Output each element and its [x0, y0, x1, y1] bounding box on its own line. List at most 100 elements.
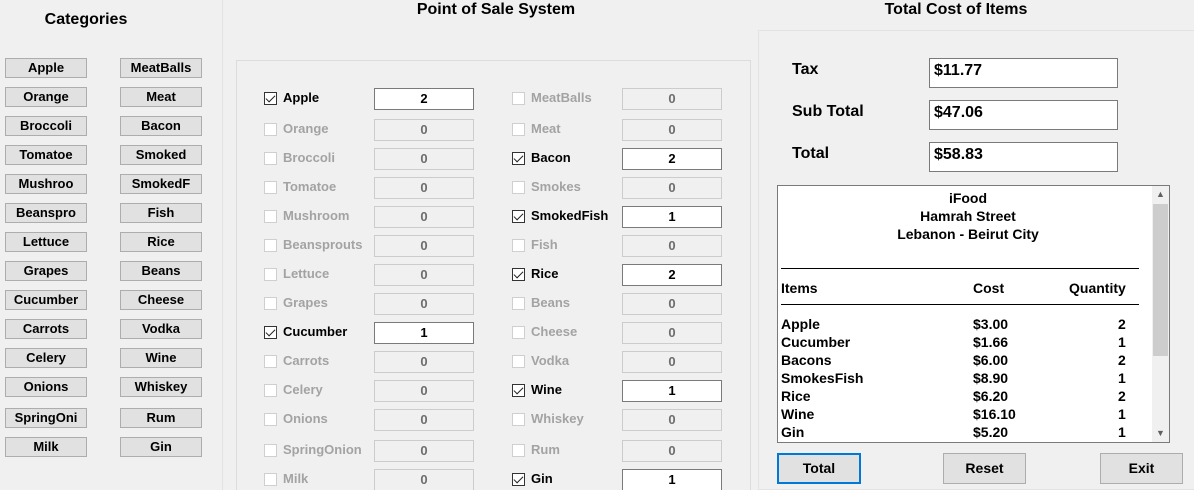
item-label[interactable]: Fish [531, 237, 558, 252]
quantity-field[interactable]: 0 [374, 177, 474, 199]
item-checkbox[interactable] [512, 413, 525, 426]
item-checkbox[interactable] [264, 384, 277, 397]
category-button[interactable]: Beanspro [5, 203, 87, 223]
quantity-field[interactable]: 0 [374, 119, 474, 141]
scroll-thumb[interactable] [1153, 204, 1168, 356]
item-label[interactable]: Grapes [283, 295, 328, 310]
item-label[interactable]: MeatBalls [531, 90, 592, 105]
category-button[interactable]: Gin [120, 437, 202, 457]
quantity-field[interactable]: 0 [374, 264, 474, 286]
quantity-field[interactable]: 0 [374, 380, 474, 402]
quantity-field[interactable]: 0 [374, 469, 474, 490]
category-button[interactable]: Whiskey [120, 377, 202, 397]
item-checkbox[interactable] [512, 268, 525, 281]
item-label[interactable]: Carrots [283, 353, 329, 368]
quantity-field[interactable]: 0 [622, 409, 722, 431]
item-checkbox[interactable] [512, 92, 525, 105]
category-button[interactable]: Smoked [120, 145, 202, 165]
quantity-field[interactable]: 0 [622, 177, 722, 199]
item-label[interactable]: SmokedFish [531, 208, 608, 223]
category-button[interactable]: Broccoli [5, 116, 87, 136]
quantity-field[interactable]: 0 [374, 235, 474, 257]
item-checkbox[interactable] [264, 210, 277, 223]
item-label[interactable]: Wine [531, 382, 562, 397]
item-checkbox[interactable] [264, 268, 277, 281]
quantity-field[interactable]: 0 [374, 293, 474, 315]
receipt-textbox[interactable]: iFood Hamrah Street Lebanon - Beirut Cit… [777, 185, 1170, 443]
category-button[interactable]: Wine [120, 348, 202, 368]
quantity-field[interactable]: 0 [622, 88, 722, 110]
item-label[interactable]: Rice [531, 266, 558, 281]
item-label[interactable]: Milk [283, 471, 308, 486]
item-label[interactable]: SpringOnion [283, 442, 362, 457]
item-checkbox[interactable] [512, 326, 525, 339]
quantity-field[interactable]: 1 [622, 469, 722, 490]
quantity-field[interactable]: 0 [622, 322, 722, 344]
quantity-field[interactable]: 0 [374, 206, 474, 228]
quantity-field[interactable]: 0 [622, 119, 722, 141]
item-checkbox[interactable] [264, 123, 277, 136]
quantity-field[interactable]: 2 [622, 148, 722, 170]
category-button[interactable]: SpringOni [5, 408, 87, 428]
item-checkbox[interactable] [264, 355, 277, 368]
item-checkbox[interactable] [264, 297, 277, 310]
item-checkbox[interactable] [512, 384, 525, 397]
item-label[interactable]: Cheese [531, 324, 577, 339]
quantity-field[interactable]: 0 [374, 148, 474, 170]
quantity-field[interactable]: 2 [374, 88, 474, 110]
category-button[interactable]: Onions [5, 377, 87, 397]
item-checkbox[interactable] [512, 123, 525, 136]
category-button[interactable]: Meat [120, 87, 202, 107]
category-button[interactable]: Tomatoe [5, 145, 87, 165]
item-label[interactable]: Lettuce [283, 266, 329, 281]
quantity-field[interactable]: 1 [374, 322, 474, 344]
total-button[interactable]: Total [777, 453, 861, 484]
quantity-field[interactable]: 0 [374, 409, 474, 431]
item-checkbox[interactable] [264, 413, 277, 426]
receipt-scrollbar[interactable]: ▲ ▼ [1152, 186, 1169, 442]
item-label[interactable]: Whiskey [531, 411, 584, 426]
item-checkbox[interactable] [512, 297, 525, 310]
item-checkbox[interactable] [264, 239, 277, 252]
exit-button[interactable]: Exit [1100, 453, 1183, 484]
category-button[interactable]: Grapes [5, 261, 87, 281]
item-checkbox[interactable] [512, 181, 525, 194]
category-button[interactable]: Cheese [120, 290, 202, 310]
item-checkbox[interactable] [264, 444, 277, 457]
item-label[interactable]: Celery [283, 382, 323, 397]
item-label[interactable]: Gin [531, 471, 553, 486]
quantity-field[interactable]: 0 [374, 440, 474, 462]
subtotal-field[interactable]: $47.06 [929, 100, 1118, 130]
category-button[interactable]: Apple [5, 58, 87, 78]
tax-field[interactable]: $11.77 [929, 58, 1118, 88]
item-checkbox[interactable] [512, 239, 525, 252]
total-field[interactable]: $58.83 [929, 142, 1118, 172]
category-button[interactable]: Rice [120, 232, 202, 252]
item-checkbox[interactable] [264, 92, 277, 105]
category-button[interactable]: Rum [120, 408, 202, 428]
quantity-field[interactable]: 2 [622, 264, 722, 286]
item-label[interactable]: Beansprouts [283, 237, 362, 252]
category-button[interactable]: Mushroo [5, 174, 87, 194]
item-checkbox[interactable] [264, 473, 277, 486]
item-checkbox[interactable] [512, 152, 525, 165]
item-label[interactable]: Tomatoe [283, 179, 336, 194]
item-label[interactable]: Apple [283, 90, 319, 105]
category-button[interactable]: Bacon [120, 116, 202, 136]
category-button[interactable]: Carrots [5, 319, 87, 339]
reset-button[interactable]: Reset [943, 453, 1026, 484]
item-checkbox[interactable] [264, 152, 277, 165]
item-label[interactable]: Cucumber [283, 324, 347, 339]
category-button[interactable]: Cucumber [5, 290, 87, 310]
item-label[interactable]: Vodka [531, 353, 569, 368]
quantity-field[interactable]: 0 [374, 351, 474, 373]
category-button[interactable]: Beans [120, 261, 202, 281]
category-button[interactable]: Celery [5, 348, 87, 368]
category-button[interactable]: Milk [5, 437, 87, 457]
item-checkbox[interactable] [512, 355, 525, 368]
item-checkbox[interactable] [264, 181, 277, 194]
item-label[interactable]: Rum [531, 442, 560, 457]
item-label[interactable]: Mushroom [283, 208, 349, 223]
item-checkbox[interactable] [512, 210, 525, 223]
quantity-field[interactable]: 0 [622, 351, 722, 373]
